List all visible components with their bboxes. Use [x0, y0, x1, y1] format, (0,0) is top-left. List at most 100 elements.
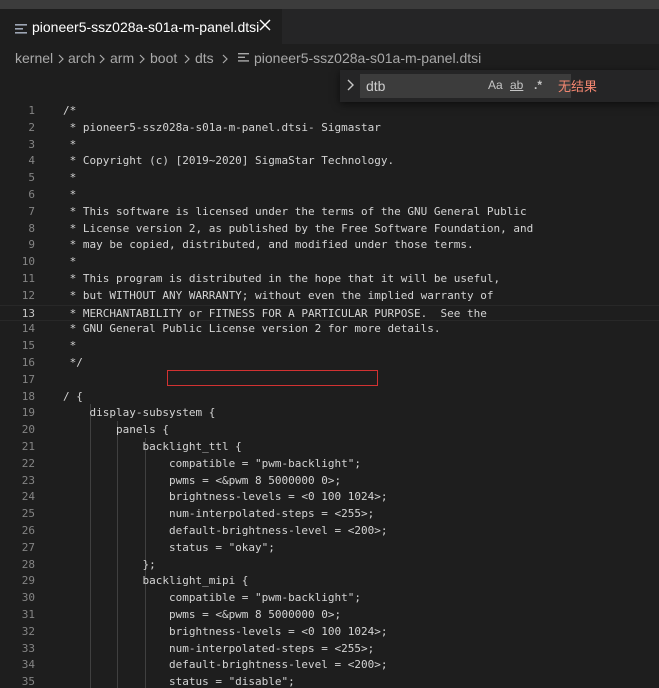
line-number: 2: [28, 120, 35, 134]
code-line[interactable]: 19 display-subsystem {: [0, 405, 659, 422]
whole-word-toggle[interactable]: ab: [510, 78, 523, 92]
match-case-toggle[interactable]: Aa: [488, 78, 503, 92]
tab-editor-file[interactable]: pioneer5-ssz028a-s01a-m-panel.dtsi: [0, 9, 282, 44]
code-text: *: [63, 255, 77, 269]
code-line[interactable]: 24 brightness-levels = <0 100 1024>;: [0, 489, 659, 506]
regex-toggle[interactable]: .*: [534, 78, 542, 92]
code-text: * may be copied, distributed, and modifi…: [63, 238, 474, 252]
chevron-right-icon: [58, 54, 64, 64]
code-line[interactable]: 29 backlight_mipi {: [0, 573, 659, 590]
code-text: * License version 2, as published by the…: [63, 221, 534, 235]
code-line[interactable]: 14 * GNU General Public License version …: [0, 321, 659, 338]
chevron-right-icon: [99, 54, 105, 64]
code-line[interactable]: 32 brightness-levels = <0 100 1024>;: [0, 624, 659, 641]
code-line[interactable]: 20 panels {: [0, 422, 659, 439]
code-line[interactable]: 21 backlight_ttl {: [0, 439, 659, 456]
code-text: *: [63, 188, 77, 201]
code-text: /*: [63, 104, 77, 117]
code-line[interactable]: 8 * License version 2, as published by t…: [0, 221, 659, 238]
line-number: 29: [21, 574, 35, 588]
breadcrumb-item-boot[interactable]: boot: [150, 50, 177, 66]
tab-strip: pioneer5-ssz028a-s01a-m-panel.dtsi: [0, 0, 659, 44]
line-number: 21: [21, 440, 35, 453]
line-number: 11: [21, 272, 35, 285]
code-text: backlight_ttl {: [63, 440, 242, 453]
line-number: 15: [21, 339, 35, 353]
code-line[interactable]: 22 compatible = "pwm-backlight";: [0, 456, 659, 473]
code-text: *: [63, 339, 77, 353]
code-line[interactable]: 26 default-brightness-level = <200>;: [0, 523, 659, 540]
chevron-right-icon[interactable]: [346, 79, 356, 91]
code-text: brightness-levels = <0 100 1024>;: [63, 490, 388, 504]
line-number: 10: [21, 255, 35, 269]
code-text: * pioneer5-ssz028a-s01a-m-panel.dtsi- Si…: [63, 120, 381, 134]
code-line[interactable]: 25 num-interpolated-steps = <255>;: [0, 506, 659, 523]
breadcrumb-item-file[interactable]: pioneer5-ssz028a-s01a-m-panel.dtsi: [254, 50, 481, 66]
code-line[interactable]: 30 compatible = "pwm-backlight";: [0, 590, 659, 607]
code-text: brightness-levels = <0 100 1024>;: [63, 624, 388, 638]
code-text: display-subsystem {: [63, 406, 216, 420]
list-icon: [238, 53, 249, 62]
code-text: pwms = <&pwm 8 5000000 0>;: [63, 608, 342, 621]
line-number: 25: [21, 507, 35, 521]
code-text: *: [63, 171, 77, 185]
code-text: num-interpolated-steps = <255>;: [63, 507, 375, 521]
breadcrumb-item-arm[interactable]: arm: [110, 50, 134, 66]
line-number: 22: [21, 456, 35, 470]
code-line[interactable]: 4 * Copyright (c) [2019~2020] SigmaStar …: [0, 153, 659, 170]
line-number: 30: [21, 591, 35, 605]
code-text: / {: [63, 389, 83, 403]
line-number: 27: [21, 540, 35, 554]
code-line[interactable]: 27 status = "okay";: [0, 540, 659, 557]
line-number: 34: [21, 658, 35, 672]
code-text: compatible = "pwm-backlight";: [63, 456, 362, 470]
find-widget: Aa ab .* 无结果: [340, 70, 659, 102]
code-editor[interactable]: 1 /* 2 * pioneer5-ssz028a-s01a-m-panel.dts…: [0, 102, 659, 688]
line-number: 24: [21, 490, 35, 504]
line-number: 13: [21, 306, 35, 320]
code-text: * This software is licensed under the te…: [63, 204, 527, 218]
code-line[interactable]: 23 pwms = <&pwm 8 5000000 0>;: [0, 473, 659, 490]
line-number: 8: [28, 221, 35, 235]
code-text: */: [63, 356, 83, 369]
code-line[interactable]: 33 num-interpolated-steps = <255>;: [0, 641, 659, 658]
line-number: 3: [28, 137, 35, 151]
code-line[interactable]: 11 * This program is distributed in the …: [0, 271, 659, 288]
close-icon[interactable]: [257, 17, 273, 33]
code-line[interactable]: 9 * may be copied, distributed, and modi…: [0, 237, 659, 254]
line-number: 18: [21, 389, 35, 403]
code-text: default-brightness-level = <200>;: [63, 658, 388, 672]
code-text: };: [63, 557, 156, 571]
code-line[interactable]: 3 *: [0, 137, 659, 154]
code-line[interactable]: 1 /*: [0, 103, 659, 120]
code-line[interactable]: 34 default-brightness-level = <200>;: [0, 657, 659, 674]
code-line[interactable]: 28 };: [0, 557, 659, 574]
code-line[interactable]: 15 *: [0, 338, 659, 355]
code-line[interactable]: 2 * pioneer5-ssz028a-s01a-m-panel.dtsi- …: [0, 120, 659, 137]
chevron-right-icon: [184, 54, 190, 64]
code-text: panels {: [63, 423, 169, 437]
line-number: 31: [21, 608, 35, 621]
title-bar-strip: [0, 0, 659, 9]
code-text: backlight_mipi {: [63, 574, 249, 588]
code-line[interactable]: 13 * MERCHANTABILITY or FITNESS FOR A PA…: [0, 304, 659, 322]
code-text: pwms = <&pwm 8 5000000 0>;: [63, 473, 342, 487]
code-text: * GNU General Public License version 2 f…: [63, 322, 441, 336]
line-number: 4: [28, 154, 35, 168]
code-line[interactable]: 10 *: [0, 254, 659, 271]
breadcrumb-item-dts[interactable]: dts: [195, 50, 214, 66]
line-number: 23: [21, 473, 35, 487]
highlight-annotation: [167, 370, 378, 386]
code-line[interactable]: 18 / {: [0, 389, 659, 406]
line-number: 32: [21, 624, 35, 638]
breadcrumb-item-kernel[interactable]: kernel: [15, 50, 53, 66]
code-line[interactable]: 31 pwms = <&pwm 8 5000000 0>;: [0, 607, 659, 624]
breadcrumb-item-arch[interactable]: arch: [68, 50, 95, 66]
code-line[interactable]: 7 * This software is licensed under the …: [0, 204, 659, 221]
code-text: * but WITHOUT ANY WARRANTY; without even…: [63, 288, 494, 302]
code-line[interactable]: 35 status = "disable";: [0, 674, 659, 688]
code-line[interactable]: 12 * but WITHOUT ANY WARRANTY; without e…: [0, 288, 659, 305]
code-line[interactable]: 5 *: [0, 170, 659, 187]
code-line[interactable]: 6 *: [0, 187, 659, 204]
line-number: 35: [21, 675, 35, 688]
